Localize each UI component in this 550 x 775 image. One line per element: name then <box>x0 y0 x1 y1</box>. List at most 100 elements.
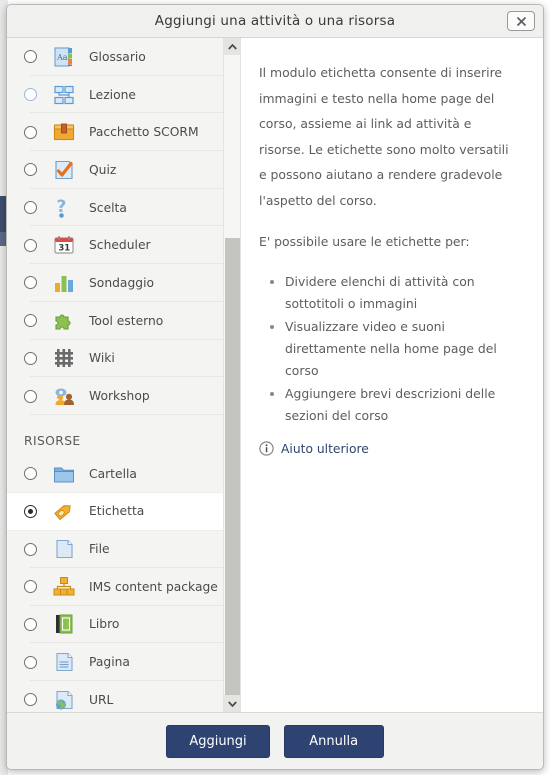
page-icon <box>52 650 76 674</box>
chevron-up-icon[interactable] <box>224 38 240 55</box>
radio-button[interactable] <box>24 88 37 102</box>
list-item[interactable]: Libro <box>7 606 240 644</box>
list-item[interactable]: Pagina <box>7 643 240 681</box>
list-item[interactable]: IMS content package <box>7 568 240 606</box>
dialog-title: Aggiungi una attività o una risorsa <box>154 13 396 29</box>
file-icon <box>52 537 76 561</box>
folder-icon <box>52 462 76 486</box>
lesson-icon-glyph <box>54 85 74 104</box>
chevron-down-icon[interactable] <box>224 695 240 712</box>
folder-icon-glyph <box>54 467 74 483</box>
list-item[interactable]: Aa Glossario <box>7 38 240 76</box>
radio-button[interactable] <box>24 504 37 518</box>
wiki-icon-glyph <box>55 349 73 368</box>
book-icon-glyph <box>56 614 73 634</box>
list-item[interactable]: Quiz <box>7 151 240 189</box>
close-glyph <box>516 16 526 26</box>
close-icon[interactable] <box>507 11 535 31</box>
workshop-icon <box>52 384 76 408</box>
dialog-footer: Aggiungi Annulla <box>7 712 543 769</box>
wiki-icon <box>52 346 76 370</box>
help-link[interactable]: Aiuto ulteriore <box>259 441 517 457</box>
ims-icon <box>52 575 76 599</box>
radio-button[interactable] <box>24 201 37 215</box>
file-icon-glyph <box>56 540 73 559</box>
choice-icon: ? <box>52 196 76 220</box>
description-bullet-list: Dividere elenchi di attività con sottoti… <box>259 271 517 428</box>
module-list-inner: Aa Glossario Lezione Pacchetto SCORM Quiz? Sc… <box>7 38 240 712</box>
list-item-label: Libro <box>89 617 120 632</box>
radio-button[interactable] <box>24 351 37 365</box>
radio-button[interactable] <box>24 617 37 631</box>
list-item-label: Workshop <box>89 389 150 404</box>
puzzle-icon <box>52 309 76 333</box>
radio-button[interactable] <box>24 693 37 707</box>
url-icon <box>52 688 76 712</box>
list-item[interactable]: Workshop <box>7 377 240 415</box>
svg-text:Aa: Aa <box>56 53 68 62</box>
list-item[interactable]: Sondaggio <box>7 264 240 302</box>
list-item-label: Lezione <box>89 87 136 102</box>
list-item-label: Wiki <box>89 351 115 366</box>
list-item-label: IMS content package <box>89 579 218 594</box>
list-item[interactable]: Tool esterno <box>7 302 240 340</box>
list-item[interactable]: ? Scelta <box>7 189 240 227</box>
list-item[interactable]: Pacchetto SCORM <box>7 113 240 151</box>
workshop-icon-glyph <box>55 388 74 406</box>
radio-button[interactable] <box>24 276 37 290</box>
dialog-header: Aggiungi una attività o una risorsa <box>7 5 543 38</box>
quiz-icon-glyph <box>55 160 73 179</box>
description-paragraph-1: Il modulo etichetta consente di inserire… <box>259 65 509 208</box>
description-bullet: Aggiungere brevi descrizioni delle sezio… <box>285 383 517 427</box>
section-header-resources: RISORSE <box>24 433 81 448</box>
list-item-label: Scheduler <box>89 238 151 253</box>
submit-button[interactable]: Aggiungi <box>166 724 270 758</box>
list-item[interactable]: URL <box>7 681 240 712</box>
list-item[interactable]: Cartella <box>7 455 240 493</box>
scorm-icon <box>52 120 76 144</box>
list-item-label: File <box>89 542 110 557</box>
glossary-icon-glyph: Aa <box>54 47 72 67</box>
ims-icon-glyph <box>53 576 75 596</box>
radio-button[interactable] <box>24 580 37 594</box>
radio-button[interactable] <box>24 467 37 481</box>
radio-button[interactable] <box>24 50 37 64</box>
list-item[interactable]: 31 Scheduler <box>7 226 240 264</box>
list-scrollbar[interactable] <box>223 38 240 712</box>
choice-icon-glyph: ? <box>57 197 66 218</box>
glossary-icon: Aa <box>52 45 76 69</box>
list-item[interactable]: Etichetta <box>7 492 240 531</box>
list-item[interactable]: File <box>7 530 240 568</box>
list-item-label: Pacchetto SCORM <box>89 125 199 140</box>
description-paragraph-2: E' possibile usare le etichette per: <box>259 234 470 250</box>
radio-button[interactable] <box>24 238 37 252</box>
book-icon <box>52 612 76 636</box>
svg-text:31: 31 <box>58 244 70 254</box>
label-icon-glyph <box>54 505 71 521</box>
list-item-label: Etichetta <box>89 504 145 519</box>
list-item-label: Sondaggio <box>89 275 155 290</box>
list-item-label: Cartella <box>89 466 137 481</box>
survey-icon <box>52 271 76 295</box>
list-item[interactable]: Wiki <box>7 340 240 378</box>
dialog-body: Aa Glossario Lezione Pacchetto SCORM Quiz? Sc… <box>7 38 543 712</box>
radio-button[interactable] <box>24 389 37 403</box>
radio-button[interactable] <box>24 314 37 328</box>
radio-button[interactable] <box>24 655 37 669</box>
list-item[interactable]: Lezione <box>7 76 240 114</box>
url-icon-glyph <box>56 690 73 710</box>
description-bullet: Visualizzare video e suoni direttamente … <box>285 316 517 382</box>
info-circle-icon <box>259 441 274 457</box>
quiz-icon <box>52 158 76 182</box>
cancel-button[interactable]: Annulla <box>283 724 384 758</box>
list-item-label: Scelta <box>89 200 127 215</box>
scorm-icon-glyph <box>53 123 75 141</box>
scrollbar-thumb[interactable] <box>225 238 240 712</box>
description-bullet: Dividere elenchi di attività con sottoti… <box>285 271 517 315</box>
module-description: Il modulo etichetta consente di inserire… <box>241 38 543 712</box>
survey-icon-glyph <box>55 275 73 292</box>
radio-button[interactable] <box>24 163 37 177</box>
radio-button[interactable] <box>24 542 37 556</box>
radio-button[interactable] <box>24 125 37 139</box>
list-item-label: Pagina <box>89 655 130 670</box>
